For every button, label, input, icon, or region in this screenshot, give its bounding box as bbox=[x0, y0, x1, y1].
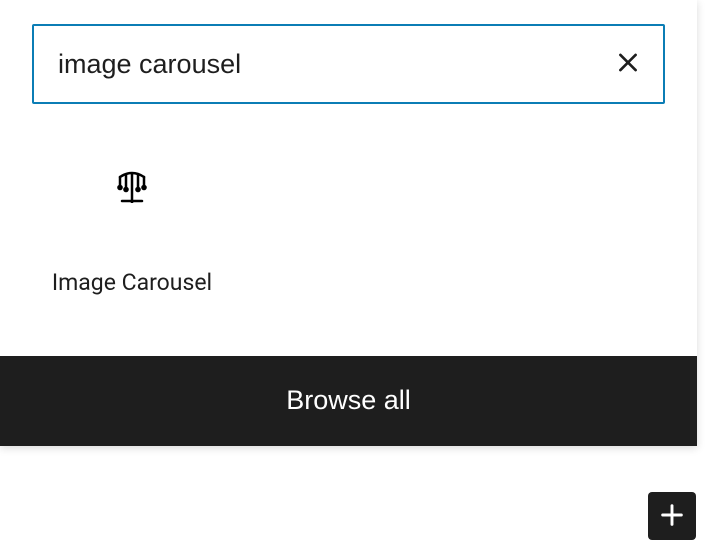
search-container bbox=[32, 24, 665, 104]
add-block-button[interactable] bbox=[648, 492, 696, 540]
browse-all-button[interactable]: Browse all bbox=[0, 356, 697, 446]
block-item-label: Image Carousel bbox=[52, 268, 212, 298]
search-wrapper bbox=[0, 0, 697, 120]
block-item-image-carousel[interactable]: Image Carousel bbox=[32, 160, 232, 306]
clear-search-button[interactable] bbox=[607, 42, 649, 87]
plus-icon bbox=[658, 501, 686, 532]
browse-all-label: Browse all bbox=[286, 385, 411, 416]
search-input[interactable] bbox=[32, 24, 665, 104]
block-inserter-panel: Image Carousel Browse all bbox=[0, 0, 697, 446]
carousel-icon bbox=[112, 168, 152, 208]
close-icon bbox=[615, 50, 641, 79]
search-results: Image Carousel bbox=[0, 120, 697, 356]
